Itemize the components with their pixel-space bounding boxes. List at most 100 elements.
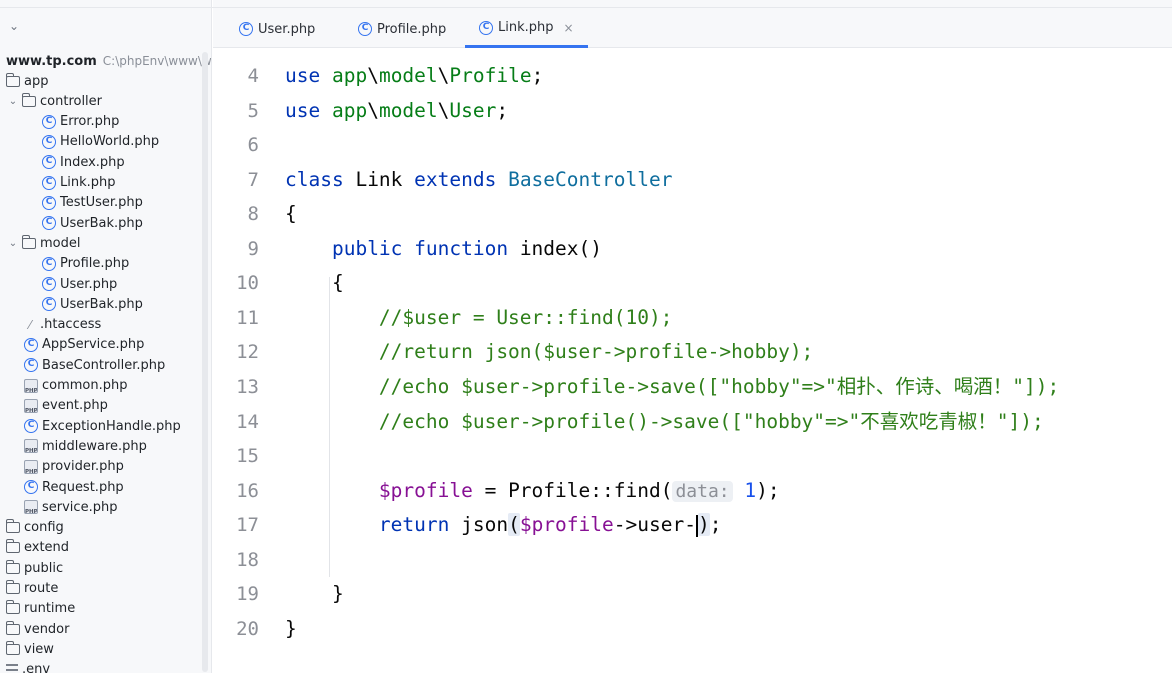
project-root[interactable]: www.tp.com C:\phpEnv\www\w	[6, 51, 211, 71]
folder-icon	[6, 620, 20, 635]
folder-icon	[22, 92, 36, 107]
code-token: \	[367, 64, 379, 87]
tree-item-index-php[interactable]: C Index.php	[42, 152, 125, 172]
code-token: public function	[331, 236, 520, 260]
tree-item-link-php[interactable]: C Link.php	[42, 173, 116, 193]
code-token: app	[331, 98, 368, 122]
folder-icon	[6, 600, 20, 615]
code-token: index()	[519, 236, 602, 260]
tree-item-testuser-php[interactable]: C TestUser.php	[42, 193, 143, 213]
sidebar-scrollbar[interactable]	[202, 52, 208, 672]
code-line[interactable]: //echo $user->profile->save(["hobby"=>"相…	[285, 374, 1059, 400]
tree-item-exceptionhandle-php[interactable]: C ExceptionHandle.php	[24, 416, 181, 436]
tree-item-request-php[interactable]: C Request.php	[24, 477, 124, 497]
tree-item-htaccess[interactable]: ⁄ .htaccess	[24, 315, 101, 335]
tree-item-event-php[interactable]: PHP event.php	[24, 396, 108, 416]
php-class-icon: C	[42, 114, 56, 129]
code-token: Link	[355, 167, 415, 191]
code-line[interactable]: {	[285, 270, 344, 296]
php-class-icon: C	[24, 337, 38, 352]
code-line[interactable]: //echo $user->profile()->save(["hobby"=>…	[285, 409, 1044, 435]
tree-item-view[interactable]: view	[6, 639, 54, 659]
tree-item-label: UserBak.php	[60, 296, 143, 312]
tree-item-runtime[interactable]: runtime	[6, 599, 75, 619]
tab-user-php[interactable]: C User.php	[225, 10, 329, 48]
chevron-down-icon[interactable]: ⌄	[6, 238, 20, 249]
code-line[interactable]: use app\model\User;	[285, 98, 508, 124]
tree-item-model[interactable]: ⌄ model	[6, 233, 80, 253]
code-token: use	[285, 64, 332, 87]
tree-item-public[interactable]: public	[6, 558, 63, 578]
code-line[interactable]: public function index()	[285, 236, 602, 262]
tree-item-service-php[interactable]: PHP service.php	[24, 497, 117, 517]
tree-item-error-php[interactable]: C Error.php	[42, 112, 119, 132]
tree-item-appservice-php[interactable]: C AppService.php	[24, 335, 144, 355]
php-file-icon: PHP	[24, 459, 38, 474]
code-line[interactable]: //return json($user->profile->hobby);	[285, 339, 813, 365]
tree-item-vendor[interactable]: vendor	[6, 619, 69, 639]
code-token: json	[461, 513, 509, 537]
project-panel: ⌄ www.tp.com C:\phpEnv\www\w app ⌄ controlle…	[0, 0, 212, 673]
code-token: \	[437, 64, 450, 87]
project-name: www.tp.com	[6, 53, 97, 69]
line-number: 14	[236, 410, 259, 433]
code-token: //return json($user->profile->hobby);	[378, 340, 814, 364]
php-file-icon: PHP	[24, 439, 38, 454]
code-line[interactable]: {	[285, 201, 297, 227]
tree-item-profile-php[interactable]: C Profile.php	[42, 254, 129, 274]
code-line[interactable]: class Link extends BaseController	[285, 167, 672, 193]
tree-item-app[interactable]: app	[6, 71, 48, 91]
php-class-icon: C	[42, 216, 56, 231]
code-token: );	[756, 478, 780, 502]
code-token: ;	[531, 64, 544, 87]
tree-item-extend[interactable]: extend	[6, 538, 69, 558]
tree-item-env[interactable]: .env	[6, 660, 50, 673]
php-class-icon: C	[42, 134, 56, 149]
php-class-icon: C	[358, 22, 372, 36]
parameter-hint: data:	[672, 480, 733, 502]
php-class-icon: C	[24, 419, 38, 434]
code-line[interactable]: }	[285, 581, 344, 607]
chevron-down-icon[interactable]: ⌄	[6, 96, 20, 107]
tab-profile-php[interactable]: C Profile.php	[344, 10, 460, 48]
tree-item-common-php[interactable]: PHP common.php	[24, 376, 128, 396]
tree-item-middleware-php[interactable]: PHP middleware.php	[24, 436, 147, 456]
tree-item-label: route	[24, 581, 59, 596]
tab-link-php[interactable]: C Link.php ×	[465, 10, 588, 48]
php-file-icon: PHP	[24, 378, 38, 393]
tree-item-user-php[interactable]: C User.php	[42, 274, 117, 294]
tree-item-helloworld-php[interactable]: C HelloWorld.php	[42, 132, 159, 152]
tree-item-controller[interactable]: ⌄ controller	[6, 91, 102, 111]
code-line[interactable]: //$user = User::find(10);	[285, 305, 673, 331]
tree-item-provider-php[interactable]: PHP provider.php	[24, 457, 124, 477]
tree-item-config[interactable]: config	[6, 518, 64, 538]
tree-item-userbak-php[interactable]: C UserBak.php	[42, 294, 143, 314]
tree-item-label: TestUser.php	[60, 195, 143, 211]
tab-label: Profile.php	[377, 21, 447, 37]
line-number: 18	[236, 548, 259, 571]
code-token: //echo $user->profile->save(["hobby"=>"相…	[378, 374, 1060, 398]
code-token: app	[331, 64, 368, 87]
code-line[interactable]: return json($profile->user-);	[285, 512, 721, 538]
tree-item-userbak-php[interactable]: C UserBak.php	[42, 213, 143, 233]
code-token: \	[367, 98, 379, 122]
php-class-icon: C	[42, 155, 56, 170]
code-line[interactable]: $profile = Profile::find(data: 1);	[285, 478, 780, 504]
tree-item-label: provider.php	[42, 459, 124, 475]
tree-item-label: User.php	[60, 276, 118, 292]
close-icon[interactable]: ×	[564, 21, 574, 35]
line-number: 12	[236, 341, 259, 364]
php-class-icon: C	[42, 256, 56, 271]
tree-item-route[interactable]: route	[6, 579, 58, 599]
chevron-down-icon[interactable]: ⌄	[6, 18, 22, 34]
tree-item-basecontroller-php[interactable]: C BaseController.php	[24, 355, 165, 375]
text-file-icon	[6, 663, 18, 673]
code-token: \	[437, 98, 450, 122]
code-token: Profile	[449, 64, 532, 87]
tree-item-label: Index.php	[60, 154, 125, 170]
code-line[interactable]: use app\model\Profile;	[285, 63, 543, 89]
code-line[interactable]: }	[285, 616, 297, 642]
code-token: }	[285, 582, 344, 606]
code-editor[interactable]: 4 use app\model\Profile; 5 use app\model\Us…	[213, 49, 1172, 673]
